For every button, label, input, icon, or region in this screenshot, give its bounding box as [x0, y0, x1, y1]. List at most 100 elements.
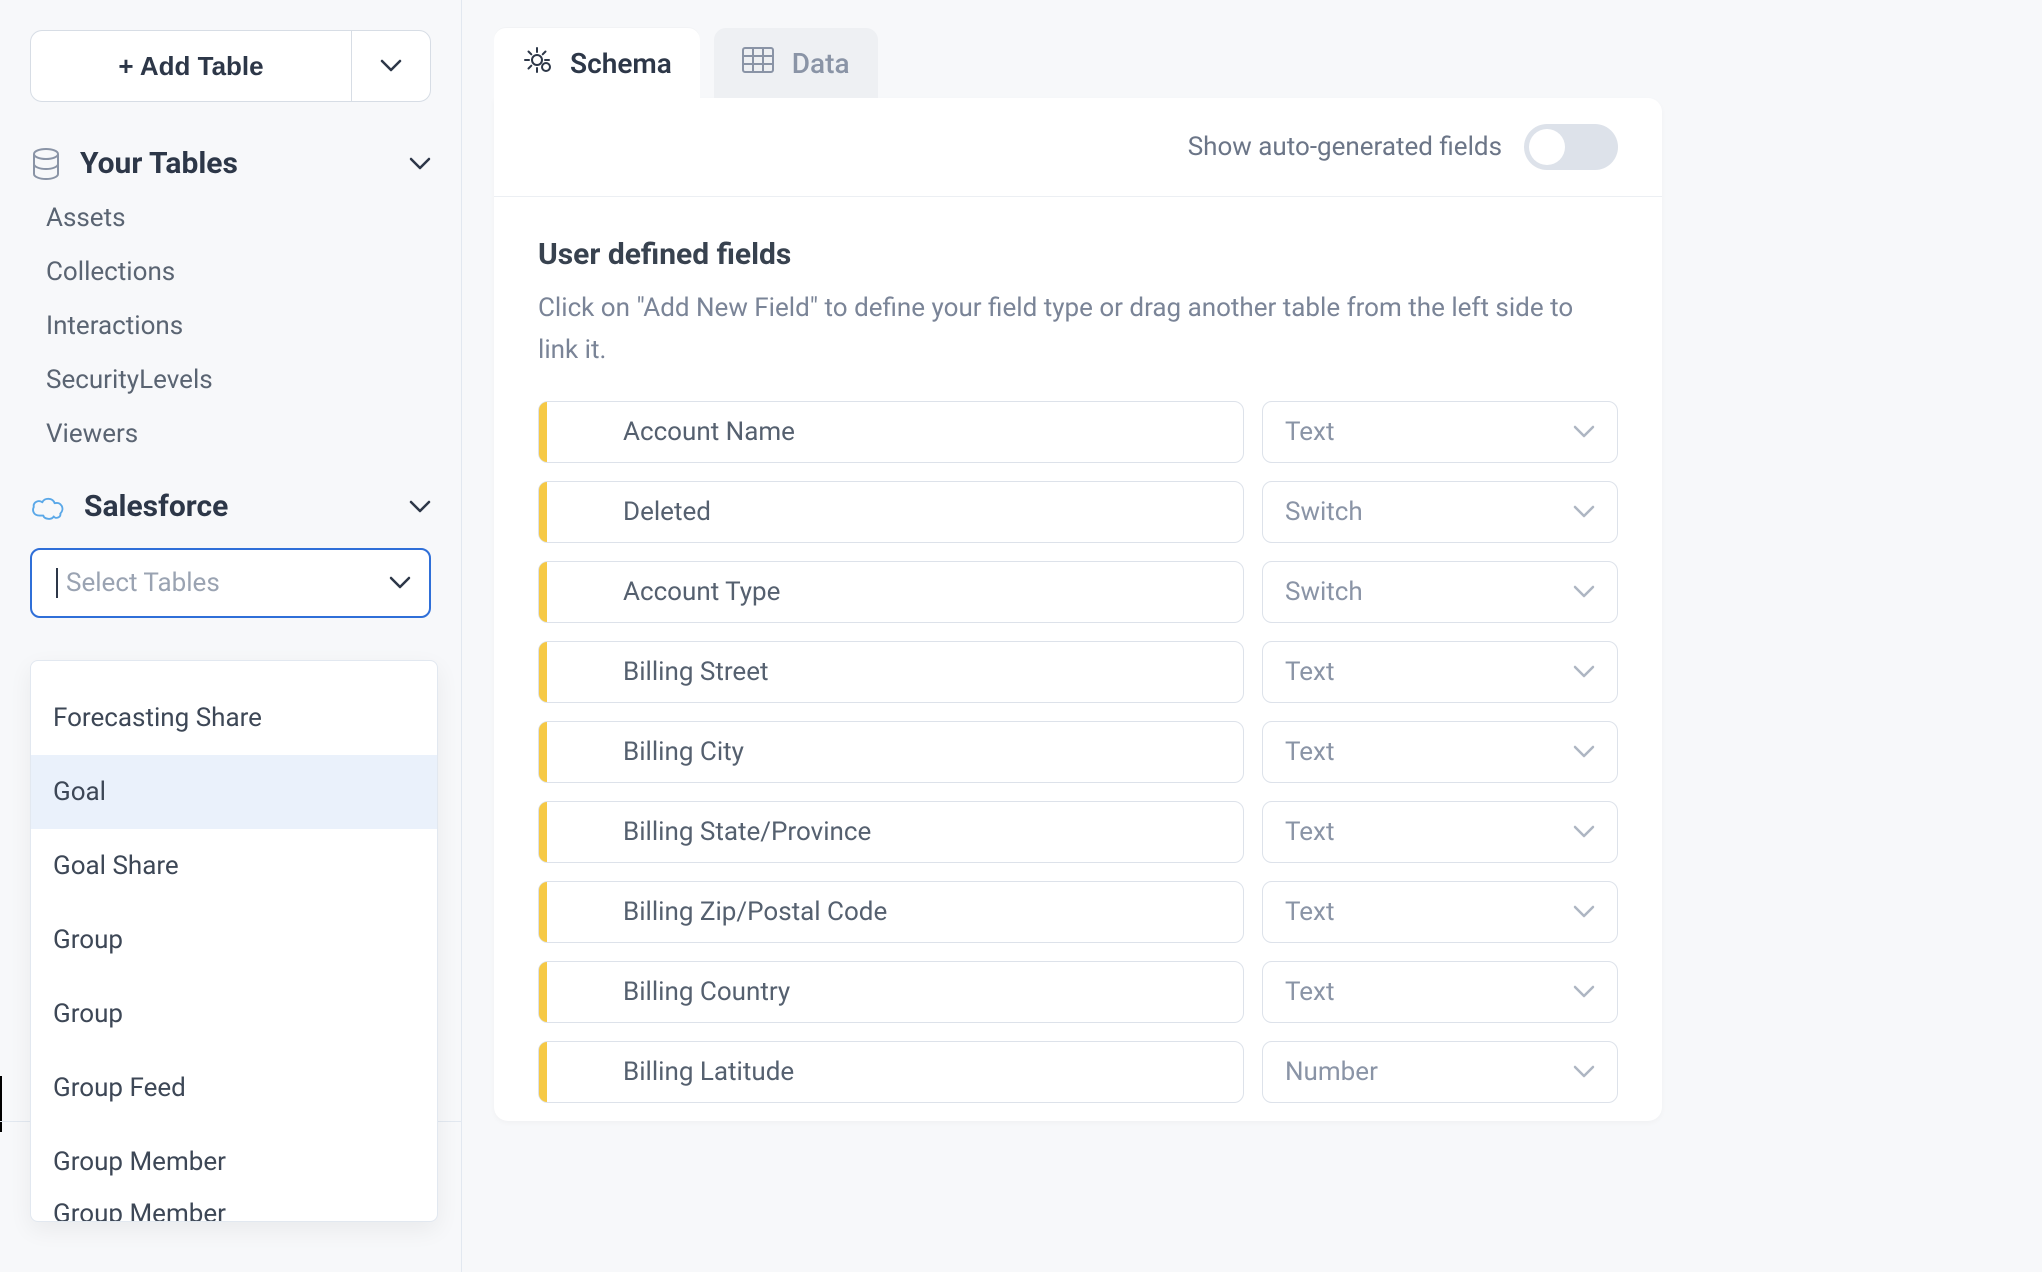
dropdown-item-partial: Group Member: [31, 1199, 437, 1221]
field-row: Account Type Switch: [538, 561, 1618, 623]
field-name-cell[interactable]: Billing Zip/Postal Code: [538, 881, 1244, 943]
chevron-down-icon: [1573, 825, 1595, 839]
sidebar-item-table[interactable]: SecurityLevels: [30, 353, 431, 407]
field-type-text: Text: [1285, 977, 1573, 1007]
chevron-down-icon: [1573, 665, 1595, 679]
sidebar-item-table[interactable]: Collections: [30, 245, 431, 299]
dropdown-item[interactable]: Group: [31, 977, 437, 1051]
field-name-cell[interactable]: Deleted: [538, 481, 1244, 543]
dropdown-item[interactable]: Group: [31, 903, 437, 977]
add-table-dropdown-button[interactable]: [351, 30, 431, 102]
field-type-select[interactable]: Switch: [1262, 481, 1618, 543]
field-name-cell[interactable]: Billing City: [538, 721, 1244, 783]
dropdown-item[interactable]: Forecasting Share: [31, 681, 437, 755]
tab-data[interactable]: Data: [714, 28, 878, 98]
table-icon: [742, 47, 774, 80]
field-type-text: Text: [1285, 817, 1573, 847]
main-content: Schema Data Show auto-generated fields: [462, 0, 2042, 1272]
field-accent-bar: [539, 402, 547, 462]
field-name-cell[interactable]: Billing Street: [538, 641, 1244, 703]
salesforce-section-header[interactable]: Salesforce: [30, 479, 431, 534]
field-name-cell[interactable]: Billing State/Province: [538, 801, 1244, 863]
field-name-cell[interactable]: Billing Country: [538, 961, 1244, 1023]
field-accent-bar: [539, 1042, 547, 1102]
panel: Show auto-generated fields User defined …: [494, 98, 1662, 1121]
tab-schema[interactable]: Schema: [494, 28, 700, 98]
field-type-text: Number: [1285, 1057, 1573, 1087]
chevron-down-icon: [1573, 585, 1595, 599]
gear-icon: [522, 45, 552, 82]
field-name-cell[interactable]: Billing Latitude: [538, 1041, 1244, 1103]
field-name-text: Billing State/Province: [623, 817, 871, 847]
chevron-down-icon: [1573, 985, 1595, 999]
field-accent-bar: [539, 962, 547, 1022]
field-type-text: Text: [1285, 657, 1573, 687]
tab-schema-label: Schema: [570, 47, 672, 80]
chevron-down-icon: [1573, 505, 1595, 519]
field-name-cell[interactable]: Account Type: [538, 561, 1244, 623]
text-cursor-icon: [56, 568, 58, 598]
field-name-text: Billing Street: [623, 657, 769, 687]
select-tables-dropdown: Forecasting ShareGoalGoal ShareGroupGrou…: [30, 660, 438, 1222]
field-row: Billing Street Text: [538, 641, 1618, 703]
field-type-text: Text: [1285, 737, 1573, 767]
field-row: Deleted Switch: [538, 481, 1618, 543]
salesforce-title: Salesforce: [84, 489, 391, 524]
field-accent-bar: [539, 482, 547, 542]
field-name-text: Deleted: [623, 497, 711, 527]
dropdown-item[interactable]: Group Member: [31, 1125, 437, 1199]
field-type-select[interactable]: Text: [1262, 721, 1618, 783]
field-type-select[interactable]: Number: [1262, 1041, 1618, 1103]
field-type-text: Switch: [1285, 497, 1573, 527]
dropdown-item[interactable]: Goal: [31, 755, 437, 829]
chevron-down-icon: [409, 157, 431, 171]
field-accent-bar: [539, 642, 547, 702]
tab-data-label: Data: [792, 47, 850, 80]
field-type-text: Text: [1285, 417, 1573, 447]
field-name-text: Billing Zip/Postal Code: [623, 897, 887, 927]
field-accent-bar: [539, 802, 547, 862]
field-name-text: Account Name: [623, 417, 795, 447]
cloud-icon: [30, 494, 66, 520]
chevron-down-icon: [1573, 425, 1595, 439]
field-row: Billing Zip/Postal Code Text: [538, 881, 1618, 943]
sidebar-item-table[interactable]: Assets: [30, 191, 431, 245]
field-type-select[interactable]: Text: [1262, 801, 1618, 863]
sidebar-item-table[interactable]: Interactions: [30, 299, 431, 353]
field-name-cell[interactable]: Account Name: [538, 401, 1244, 463]
field-type-select[interactable]: Text: [1262, 961, 1618, 1023]
user-defined-fields-title: User defined fields: [538, 237, 1618, 272]
dropdown-item[interactable]: Goal Share: [31, 829, 437, 903]
field-accent-bar: [539, 562, 547, 622]
select-tables-input[interactable]: Select Tables: [30, 548, 431, 618]
dropdown-item-partial: [31, 661, 437, 681]
select-tables-placeholder: Select Tables: [66, 568, 389, 598]
chevron-down-icon: [389, 576, 411, 590]
field-accent-bar: [539, 722, 547, 782]
add-table-button[interactable]: + Add Table: [30, 30, 351, 102]
chevron-down-icon: [1573, 1065, 1595, 1079]
dropdown-item[interactable]: Group Feed: [31, 1051, 437, 1125]
toggle-knob: [1529, 129, 1565, 165]
field-type-select[interactable]: Text: [1262, 881, 1618, 943]
sidebar: + Add Table Your Tables AssetsCollection…: [0, 0, 462, 1272]
your-tables-section-header[interactable]: Your Tables: [30, 136, 431, 191]
field-type-text: Switch: [1285, 577, 1573, 607]
dark-edge-marker: [0, 1076, 2, 1132]
chevron-down-icon: [1573, 745, 1595, 759]
field-row: Billing Country Text: [538, 961, 1618, 1023]
field-type-select[interactable]: Switch: [1262, 561, 1618, 623]
field-row: Billing Latitude Number: [538, 1041, 1618, 1103]
sidebar-item-table[interactable]: Viewers: [30, 407, 431, 461]
field-row: Account Name Text: [538, 401, 1618, 463]
field-name-text: Billing City: [623, 737, 744, 767]
auto-generated-toggle[interactable]: [1524, 124, 1618, 170]
your-tables-title: Your Tables: [80, 146, 391, 181]
field-type-select[interactable]: Text: [1262, 641, 1618, 703]
field-row: Billing State/Province Text: [538, 801, 1618, 863]
field-name-text: Billing Latitude: [623, 1057, 794, 1087]
field-type-text: Text: [1285, 897, 1573, 927]
field-type-select[interactable]: Text: [1262, 401, 1618, 463]
field-name-text: Billing Country: [623, 977, 790, 1007]
chevron-down-icon: [1573, 905, 1595, 919]
